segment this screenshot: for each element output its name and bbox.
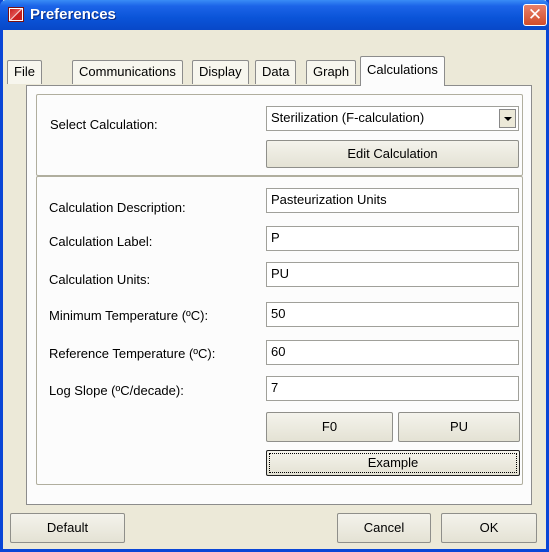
ok-button[interactable]: OK <box>441 513 537 543</box>
reference-temperature-label: Reference Temperature (ºC): <box>49 346 216 361</box>
tab-communications[interactable]: Communications <box>72 60 183 84</box>
minimum-temperature-field[interactable]: 50 <box>266 302 519 327</box>
minimum-temperature-label: Minimum Temperature (ºC): <box>49 308 209 323</box>
calculations-panel: Select Calculation: Sterilization (F-cal… <box>26 85 532 505</box>
calculation-units-label: Calculation Units: <box>49 272 151 287</box>
default-button[interactable]: Default <box>10 513 125 543</box>
tab-display[interactable]: Display <box>192 60 249 84</box>
cancel-button[interactable]: Cancel <box>337 513 431 543</box>
select-calculation-label: Select Calculation: <box>50 117 158 132</box>
example-button[interactable]: Example <box>266 450 520 476</box>
log-slope-field[interactable]: 7 <box>266 376 519 401</box>
window-title: Preferences <box>30 6 116 23</box>
app-icon <box>8 7 24 22</box>
pu-button[interactable]: PU <box>398 412 520 442</box>
calculation-label-label: Calculation Label: <box>49 234 153 249</box>
tab-data[interactable]: Data <box>255 60 297 84</box>
title-bar[interactable]: Preferences ✕ <box>0 0 549 30</box>
f0-button[interactable]: F0 <box>266 412 393 442</box>
tab-calculations[interactable]: Calculations <box>360 56 445 86</box>
calculation-description-label: Calculation Description: <box>49 200 186 215</box>
calculation-units-field[interactable]: PU <box>266 262 519 287</box>
select-calculation-dropdown[interactable]: Sterilization (F-calculation) <box>266 106 519 131</box>
edit-calculation-button[interactable]: Edit Calculation <box>266 140 519 168</box>
close-button[interactable]: ✕ <box>523 4 547 26</box>
calculation-description-field[interactable]: Pasteurization Units <box>266 188 519 213</box>
tab-file[interactable]: File <box>7 60 42 84</box>
log-slope-label: Log Slope (ºC/decade): <box>49 383 184 398</box>
chevron-down-icon[interactable] <box>499 109 516 128</box>
close-icon: ✕ <box>527 5 543 24</box>
calculation-label-field[interactable]: P <box>266 226 519 251</box>
reference-temperature-field[interactable]: 60 <box>266 340 519 365</box>
tab-graph[interactable]: Graph <box>306 60 357 84</box>
select-calculation-value: Sterilization (F-calculation) <box>271 110 425 125</box>
